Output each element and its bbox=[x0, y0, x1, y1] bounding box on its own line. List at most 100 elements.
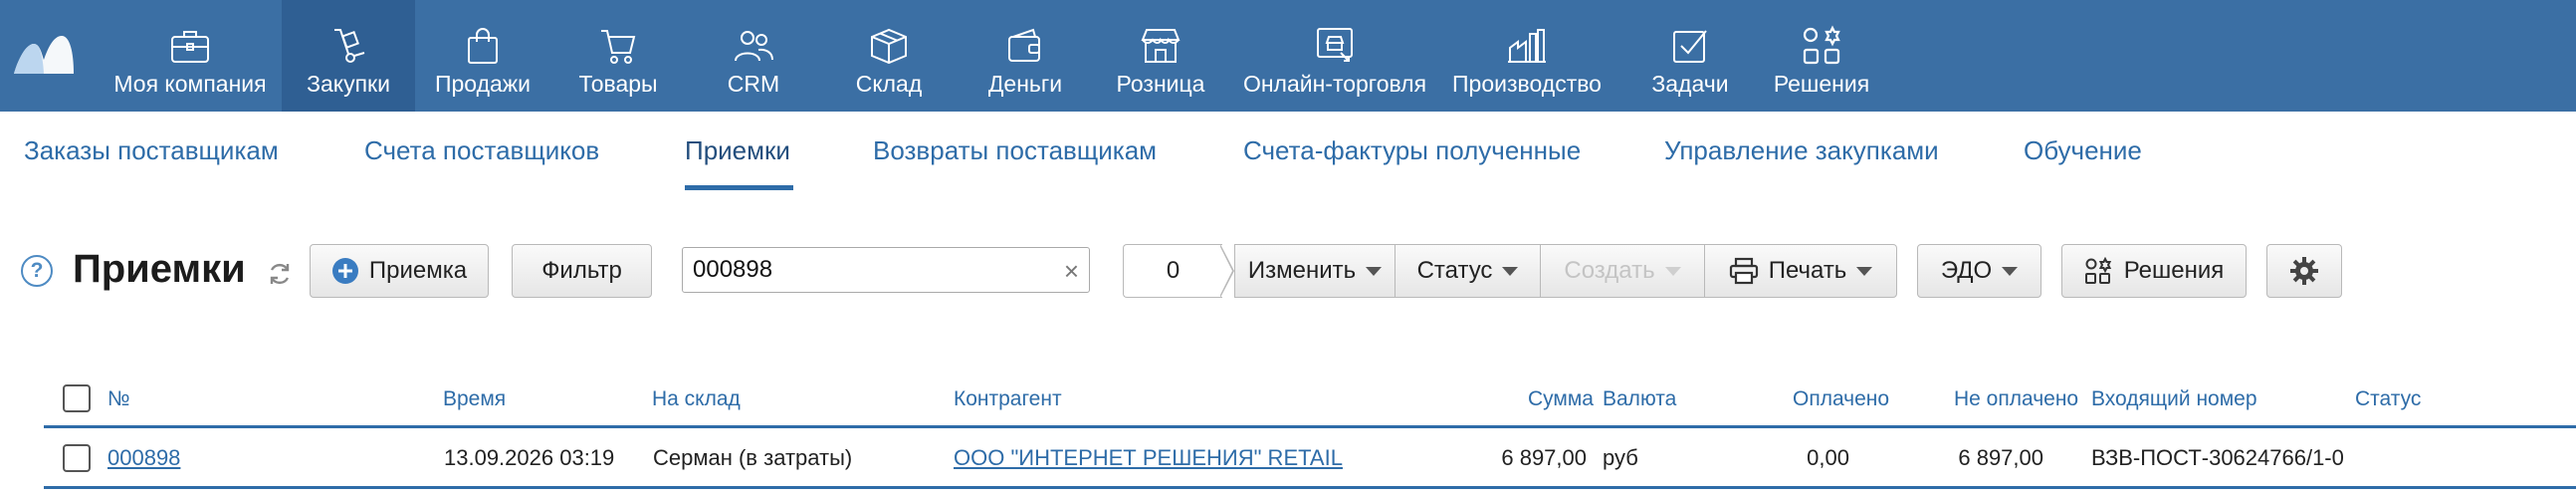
chevron-down-icon bbox=[2002, 266, 2019, 276]
wallet-icon bbox=[1002, 24, 1048, 68]
add-receipt-button[interactable]: Приемка bbox=[310, 244, 489, 298]
nav-retail[interactable]: Розница bbox=[1105, 0, 1216, 112]
subnav-receipts[interactable]: Приемки bbox=[685, 135, 790, 166]
cell-number: 000898 bbox=[107, 445, 180, 471]
chevron-down-icon bbox=[1664, 266, 1681, 276]
edit-dropdown-button[interactable]: Изменить bbox=[1234, 244, 1395, 298]
printer-icon bbox=[1729, 257, 1758, 285]
column-sum[interactable]: Сумма bbox=[1528, 387, 1594, 411]
nav-online-trade[interactable]: Онлайн-торговля bbox=[1240, 0, 1429, 112]
solutions-label: Решения bbox=[2123, 257, 2225, 284]
table-row[interactable]: 000898 13.09.2026 03:19 Серман (в затрат… bbox=[44, 430, 2576, 486]
column-currency[interactable]: Валюта bbox=[1603, 387, 1676, 411]
nav-label: Производство bbox=[1452, 71, 1602, 97]
nav-label: Товары bbox=[578, 71, 658, 97]
chevron-down-icon bbox=[1366, 266, 1383, 276]
cell-currency: руб bbox=[1603, 445, 1638, 470]
gear-icon bbox=[2290, 257, 2318, 285]
add-receipt-label: Приемка bbox=[368, 257, 468, 284]
print-label: Печать bbox=[1768, 257, 1847, 284]
filter-label: Фильтр bbox=[541, 257, 622, 284]
nav-label: Деньги bbox=[987, 71, 1063, 97]
select-all-checkbox[interactable] bbox=[63, 384, 91, 412]
factory-icon bbox=[1504, 24, 1550, 68]
column-paid[interactable]: Оплачено bbox=[1793, 387, 1889, 411]
nav-label: Склад bbox=[855, 71, 923, 97]
subnav-supplier-orders[interactable]: Заказы поставщикам bbox=[24, 135, 279, 166]
column-incoming-number[interactable]: Входящий номер bbox=[2091, 387, 2257, 411]
status-label: Статус bbox=[1416, 257, 1493, 284]
nav-sales[interactable]: Продажи bbox=[428, 0, 537, 112]
column-time[interactable]: Время bbox=[443, 387, 506, 411]
store-icon bbox=[1138, 24, 1183, 68]
row-divider bbox=[44, 486, 2576, 489]
edit-label: Изменить bbox=[1247, 257, 1357, 284]
logo-icon[interactable] bbox=[12, 30, 76, 78]
subnav-received-invoices[interactable]: Счета-фактуры полученные bbox=[1243, 135, 1581, 166]
clear-search-icon[interactable]: × bbox=[1064, 256, 1079, 287]
nav-purchases[interactable]: Закупки bbox=[282, 0, 415, 112]
subnav-training[interactable]: Обучение bbox=[2024, 135, 2142, 166]
nav-warehouse[interactable]: Склад bbox=[839, 0, 939, 112]
online-store-icon bbox=[1312, 24, 1358, 68]
cell-sum: 6 897,00 bbox=[1501, 445, 1587, 470]
top-navigation: Моя компания Закупки Продажи Товары CRM … bbox=[0, 0, 2576, 112]
nav-production[interactable]: Производство bbox=[1452, 0, 1602, 112]
users-icon bbox=[731, 24, 776, 68]
column-number[interactable]: № bbox=[107, 387, 130, 411]
column-status[interactable]: Статус bbox=[2355, 387, 2421, 411]
nav-label: CRM bbox=[727, 71, 780, 97]
table-header: № Время На склад Контрагент Сумма Валюта… bbox=[44, 376, 2576, 428]
cell-time: 13.09.2026 03:19 bbox=[444, 445, 615, 470]
nav-money[interactable]: Деньги bbox=[975, 0, 1075, 112]
nav-label: Задачи bbox=[1651, 71, 1729, 97]
column-warehouse[interactable]: На склад bbox=[652, 387, 741, 411]
row-checkbox[interactable] bbox=[63, 444, 91, 472]
nav-label: Онлайн-торговля bbox=[1242, 71, 1427, 97]
subnav-supplier-returns[interactable]: Возвраты поставщикам bbox=[873, 135, 1157, 166]
counterparty-link[interactable]: ООО "ИНТЕРНЕТ РЕШЕНИЯ" RETAIL bbox=[954, 445, 1343, 470]
filter-button[interactable]: Фильтр bbox=[512, 244, 652, 298]
nav-label: Розница bbox=[1116, 71, 1205, 97]
solutions-button[interactable]: Решения bbox=[2061, 244, 2247, 298]
help-icon[interactable]: ? bbox=[21, 255, 53, 287]
selected-count: 0 bbox=[1123, 244, 1222, 298]
counter-arrow-fill bbox=[1219, 245, 1232, 297]
shopping-cart-icon bbox=[595, 24, 641, 68]
refresh-icon[interactable] bbox=[267, 261, 293, 287]
create-dropdown-button[interactable]: Создать bbox=[1540, 244, 1705, 298]
checkbox-icon bbox=[1667, 24, 1713, 68]
status-dropdown-button[interactable]: Статус bbox=[1395, 244, 1541, 298]
page-title: Приемки bbox=[73, 247, 246, 291]
column-unpaid[interactable]: Не оплачено bbox=[1954, 387, 2078, 411]
print-dropdown-button[interactable]: Печать bbox=[1704, 244, 1897, 298]
column-counterparty[interactable]: Контрагент bbox=[954, 387, 1062, 411]
nav-label: Моя компания bbox=[113, 71, 267, 97]
sub-navigation: Заказы поставщикам Счета поставщиков При… bbox=[0, 112, 2576, 193]
box-icon bbox=[866, 24, 912, 68]
settings-button[interactable] bbox=[2266, 244, 2342, 298]
cell-incoming-number: ВЗВ-ПОСТ-30624766/1-09 bbox=[2091, 445, 2343, 470]
shopping-bag-icon bbox=[460, 24, 506, 68]
nav-solutions[interactable]: Решения bbox=[1768, 0, 1875, 112]
nav-crm[interactable]: CRM bbox=[703, 0, 804, 112]
create-label: Создать bbox=[1564, 257, 1655, 284]
nav-products[interactable]: Товары bbox=[563, 0, 673, 112]
search-box: × bbox=[682, 247, 1090, 293]
subnav-supplier-invoices[interactable]: Счета поставщиков bbox=[364, 135, 599, 166]
nav-label: Закупки bbox=[307, 71, 390, 97]
cell-paid: 0,00 bbox=[1807, 445, 1849, 470]
nav-label: Решения bbox=[1773, 71, 1870, 97]
nav-my-company[interactable]: Моя компания bbox=[111, 0, 269, 112]
active-tab-underline bbox=[685, 185, 793, 190]
receipt-number-link[interactable]: 000898 bbox=[107, 445, 180, 470]
edo-dropdown-button[interactable]: ЭДО bbox=[1917, 244, 2041, 298]
subnav-purchase-management[interactable]: Управление закупками bbox=[1664, 135, 1939, 166]
cell-warehouse: Серман (в затраты) bbox=[653, 445, 853, 470]
header-divider bbox=[44, 425, 2576, 428]
nav-tasks[interactable]: Задачи bbox=[1642, 0, 1738, 112]
hand-truck-icon bbox=[325, 24, 371, 68]
cell-counterparty: ООО "ИНТЕРНЕТ РЕШЕНИЯ" RETAIL bbox=[954, 445, 1343, 471]
chevron-down-icon bbox=[1856, 266, 1873, 276]
search-input[interactable] bbox=[691, 248, 1049, 292]
